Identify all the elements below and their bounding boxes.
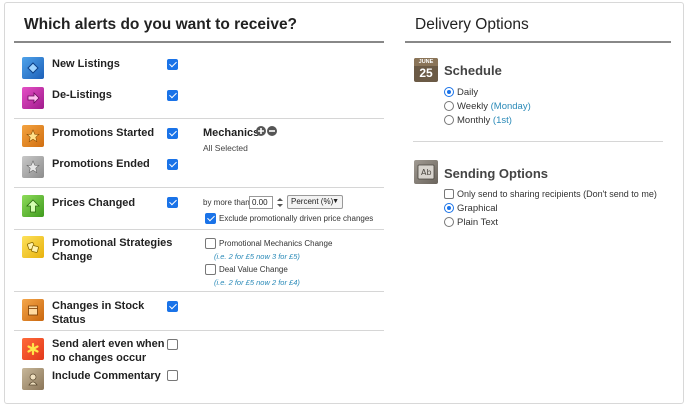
divider <box>14 291 384 292</box>
promotions-started-icon <box>22 125 44 147</box>
commentary-icon <box>22 368 44 390</box>
send-always-checkbox[interactable] <box>167 339 178 350</box>
by-more-than-label: by more than <box>203 198 250 207</box>
schedule-monthly-radio[interactable] <box>444 115 454 125</box>
price-unit-select[interactable]: Percent (%) ▼ <box>287 195 343 209</box>
schedule-weekly-radio[interactable] <box>444 101 454 111</box>
price-threshold-input[interactable]: 0.00 <box>249 196 273 209</box>
prices-changed-checkbox[interactable] <box>167 197 178 208</box>
sending-options-title: Sending Options <box>444 166 548 181</box>
only-sharing-label: Only send to sharing recipients (Don't s… <box>457 189 657 199</box>
add-mechanic-icon[interactable] <box>256 126 266 136</box>
include-commentary-label: Include Commentary <box>52 370 161 382</box>
format-graphical-radio[interactable] <box>444 203 454 213</box>
promotions-started-checkbox[interactable] <box>167 128 178 139</box>
mechanics-status: All Selected <box>203 143 248 153</box>
deal-value-change-example: (i.e. 2 for £5 now 2 for £4) <box>214 278 300 287</box>
exclude-promo-label: Exclude promotionally driven price chang… <box>219 214 374 223</box>
stock-status-label: Changes in Stock Status <box>52 300 145 326</box>
include-commentary-checkbox[interactable] <box>167 370 178 381</box>
new-listings-label: New Listings <box>52 58 120 70</box>
stock-status-icon <box>22 299 44 321</box>
price-unit-value: Percent (%) <box>291 197 334 206</box>
chevron-down-icon: ▼ <box>332 198 339 205</box>
mechanics-change-label: Promotional Mechanics Change <box>219 239 333 248</box>
divider <box>14 229 384 230</box>
deal-value-change-label: Deal Value Change <box>219 265 288 274</box>
format-plain-text-radio[interactable] <box>444 217 454 227</box>
mechanics-change-checkbox[interactable] <box>205 238 216 249</box>
promotional-strategies-label: Promotional Strategies Change <box>52 237 173 263</box>
sending-options-icon: Ab <box>414 160 438 184</box>
prices-changed-icon <box>22 195 44 217</box>
divider <box>14 330 384 331</box>
new-listings-checkbox[interactable] <box>167 59 178 70</box>
alerts-heading-rule <box>14 41 384 43</box>
alerts-heading: Which alerts do you want to receive? <box>24 16 298 33</box>
only-sharing-checkbox[interactable] <box>444 189 454 199</box>
de-listings-checkbox[interactable] <box>167 90 178 101</box>
send-always-label: Send alert even when no changes occur <box>52 338 165 364</box>
mechanics-label: Mechanics <box>203 127 260 139</box>
svg-text:Ab: Ab <box>421 168 432 177</box>
schedule-weekly-label: Weekly (Monday) <box>457 101 531 112</box>
promotions-ended-checkbox[interactable] <box>167 159 178 170</box>
divider <box>413 141 663 142</box>
promotions-started-label: Promotions Started <box>52 127 155 139</box>
calendar-month: JUNE <box>414 58 438 66</box>
de-listings-icon <box>22 87 44 109</box>
calendar-icon: JUNE 25 <box>414 58 438 82</box>
schedule-daily-radio[interactable] <box>444 87 454 97</box>
calendar-day: 25 <box>419 66 433 80</box>
exclude-promo-checkbox[interactable] <box>205 213 216 224</box>
send-always-icon <box>22 338 44 360</box>
format-graphical-label: Graphical <box>457 203 498 214</box>
schedule-title: Schedule <box>444 63 502 78</box>
promotional-strategies-icon <box>22 236 44 258</box>
delivery-heading: Delivery Options <box>415 16 529 33</box>
delivery-heading-rule <box>405 41 671 43</box>
price-threshold-stepper[interactable] <box>276 196 284 209</box>
new-listings-icon <box>22 57 44 79</box>
prices-changed-label: Prices Changed <box>52 197 136 209</box>
de-listings-label: De-Listings <box>52 89 112 101</box>
schedule-monthly-label: Monthly (1st) <box>457 115 512 126</box>
schedule-daily-label: Daily <box>457 87 479 98</box>
mechanics-change-example: (i.e. 2 for £5 now 3 for £5) <box>214 252 300 261</box>
format-plain-text-label: Plain Text <box>457 217 499 228</box>
divider <box>14 118 384 119</box>
remove-mechanic-icon[interactable] <box>267 126 277 136</box>
promotions-ended-icon <box>22 156 44 178</box>
deal-value-change-checkbox[interactable] <box>205 264 216 275</box>
promotions-ended-label: Promotions Ended <box>52 158 150 170</box>
divider <box>14 187 384 188</box>
stock-status-checkbox[interactable] <box>167 301 178 312</box>
